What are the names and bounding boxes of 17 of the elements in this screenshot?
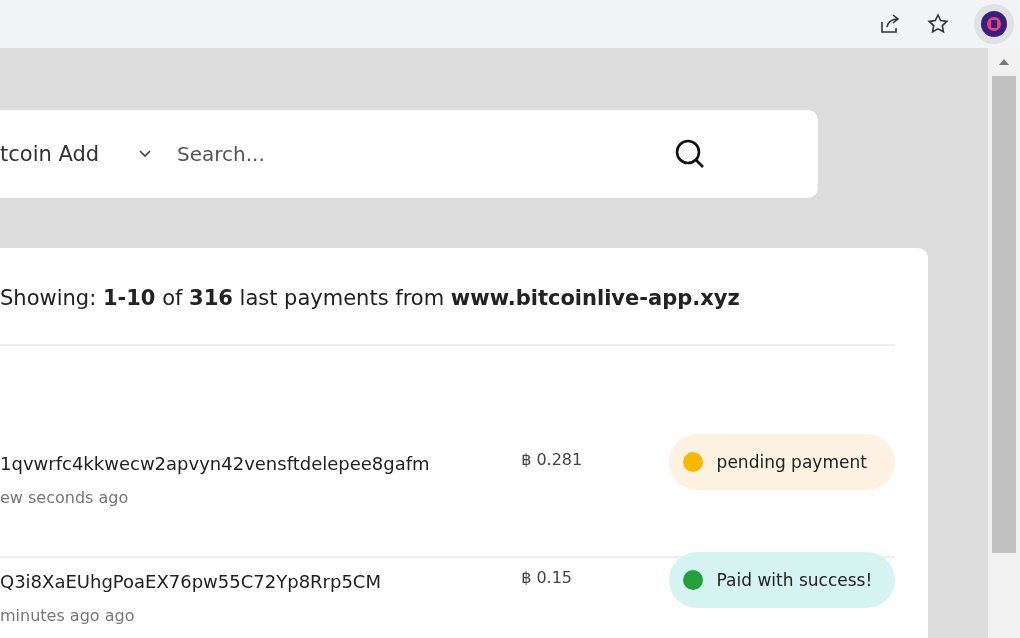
bitcoin-address: 1qvwrfc4kkwecw2apvyn42vensftdelepee8gafm (0, 453, 431, 474)
status-label: pending payment (716, 452, 867, 472)
payment-time: minutes ago ago (0, 606, 136, 625)
payment-time: ew seconds ago (0, 488, 130, 507)
star-icon[interactable] (926, 12, 950, 36)
payment-amount: ฿ 0.281 (521, 449, 584, 469)
summary-text: Showing: 1-10 of 316 last payments from www.bitcoinlive-app.xyz (0, 285, 741, 312)
payment-amount: ฿ 0.15 (521, 567, 573, 587)
scrollbar[interactable] (988, 48, 1020, 638)
profile-avatar-icon[interactable] (980, 10, 1008, 38)
scrollbar-thumb[interactable] (992, 76, 1016, 553)
chevron-down-icon[interactable] (138, 149, 152, 159)
filter-dropdown[interactable]: tcoin Add (0, 142, 108, 166)
share-icon[interactable] (878, 12, 902, 36)
status-label: Paid with success! (716, 570, 873, 590)
bitcoin-address: Q3i8XaEUhgPoaEX76pw55C72Yp8Rrp5CM (0, 571, 382, 592)
scroll-up-icon[interactable] (998, 58, 1010, 66)
